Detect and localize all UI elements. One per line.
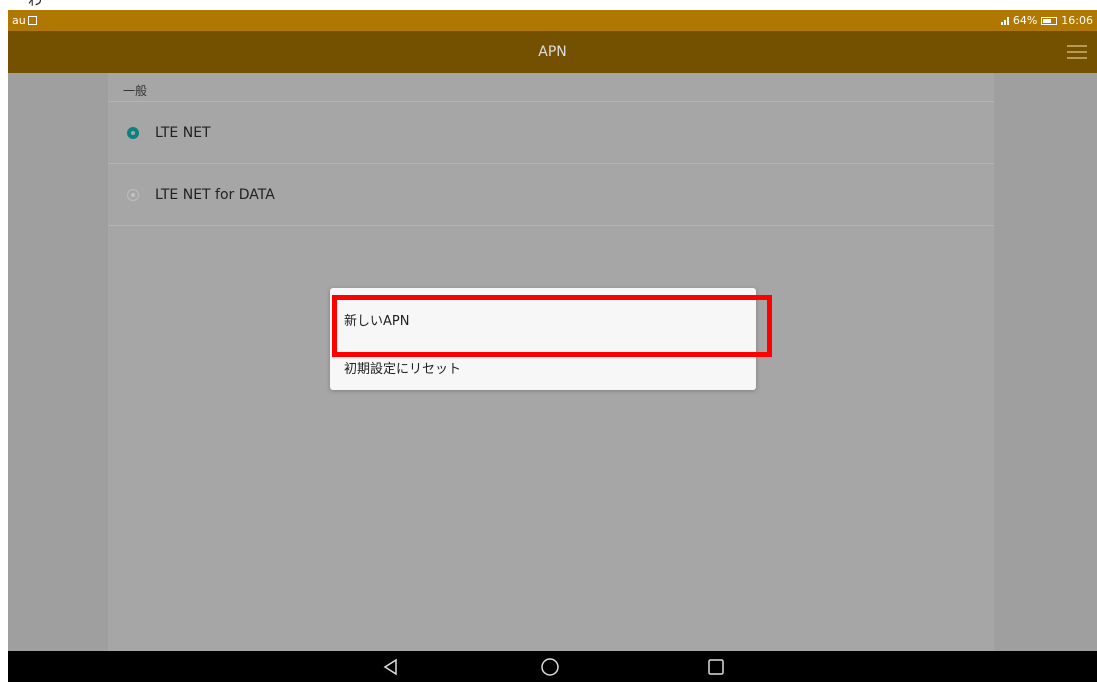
home-circle-icon[interactable]: [540, 657, 560, 677]
radio-unselected-icon[interactable]: [127, 188, 139, 201]
section-header: 一般: [123, 84, 148, 98]
battery-icon: [1041, 16, 1058, 25]
menu-item-new-apn[interactable]: 新しいAPN: [330, 295, 756, 343]
menu-item-reset-default[interactable]: 初期設定にリセット: [330, 343, 756, 391]
hamburger-menu-icon[interactable]: [1067, 42, 1087, 62]
status-left: au: [12, 14, 37, 27]
apn-item-label: LTE NET for DATA: [155, 186, 275, 203]
status-right: 64% 16:06: [1000, 14, 1093, 27]
status-time: 16:06: [1061, 14, 1093, 27]
recent-apps-square-icon[interactable]: [706, 657, 726, 677]
radio-selected-icon[interactable]: [127, 126, 139, 139]
apn-item-lte-net[interactable]: LTE NET: [108, 101, 994, 163]
apn-list: LTE NET LTE NET for DATA: [108, 101, 994, 226]
carrier-label: au: [12, 14, 26, 27]
apn-item-label: LTE NET: [155, 124, 211, 141]
battery-percent: 64%: [1012, 14, 1038, 27]
back-triangle-icon[interactable]: [381, 657, 401, 677]
stray-text: わ: [28, 0, 42, 9]
navigation-bar: [8, 651, 1097, 682]
app-bar: APN: [8, 31, 1097, 73]
sim-card-icon: [27, 16, 37, 25]
signal-icon: [1000, 16, 1009, 25]
options-popup-menu: 新しいAPN 初期設定にリセット: [330, 288, 756, 390]
page-title: APN: [538, 44, 567, 60]
apn-item-lte-net-for-data[interactable]: LTE NET for DATA: [108, 163, 994, 226]
status-bar: au 64% 16:06: [8, 10, 1097, 31]
